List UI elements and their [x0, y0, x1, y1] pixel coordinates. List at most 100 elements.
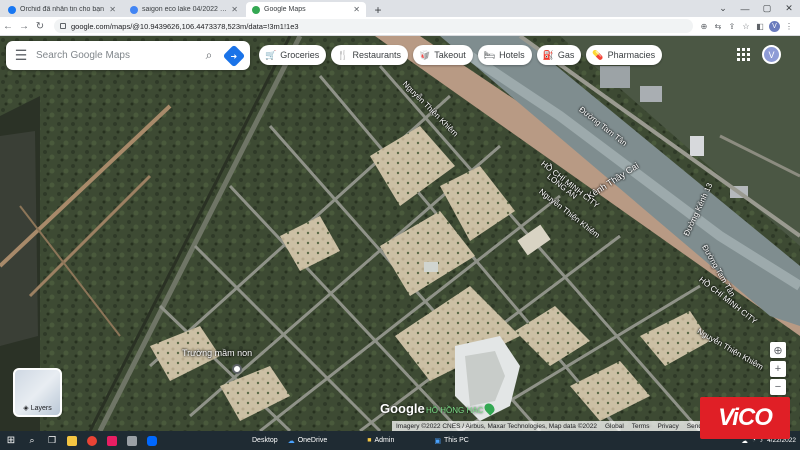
- file-explorer-icon[interactable]: [63, 434, 81, 447]
- tab-strip: Orchid đã nhắn tin cho bạn ✕ saigon eco …: [0, 0, 800, 17]
- vico-watermark: ViCO: [700, 397, 790, 439]
- chip-gas[interactable]: ⛽ Gas: [536, 45, 582, 65]
- zoom-out-button[interactable]: −: [770, 379, 786, 395]
- close-window-icon[interactable]: ✕: [778, 0, 800, 17]
- computer-icon: ▣: [434, 437, 441, 445]
- layers-label: Layers: [30, 404, 52, 412]
- pharmacy-icon: 💊: [592, 49, 604, 60]
- browser-tab-1[interactable]: Orchid đã nhắn tin cho bạn ✕: [2, 2, 122, 17]
- chip-label: Restaurants: [352, 50, 401, 60]
- restaurant-icon: 🍴: [337, 49, 349, 60]
- forward-icon[interactable]: →: [16, 21, 32, 32]
- reload-icon[interactable]: ↻: [32, 21, 48, 32]
- address-bar[interactable]: google.com/maps/@10.9439626,106.4473378,…: [54, 19, 693, 33]
- location-crosshair-icon: ⊕: [773, 344, 783, 357]
- hamburger-menu-icon[interactable]: ☰: [6, 47, 36, 64]
- toolbar-icons: ⊕ ⇆ ⇪ ☆ ◧ V ⋮: [699, 20, 800, 32]
- chip-groceries[interactable]: 🛒 Groceries: [259, 45, 327, 65]
- taskbar: ⊞ ⌕ ❐ Desktop ☁ OneDrive ■ Admin ▣ This PC …: [0, 431, 800, 450]
- cart-icon: 🛒: [265, 49, 277, 60]
- satellite-map[interactable]: Đường Tam Tân HỒ CHÍ MINH CITY LONG AN K…: [0, 36, 800, 431]
- chip-hotels[interactable]: 🛏 Hotels: [477, 45, 532, 65]
- folder-icon: ■: [367, 437, 372, 444]
- tab-title: saigon eco lake 04/2022 - Googl: [142, 6, 227, 13]
- share-icon[interactable]: ⇪: [727, 22, 737, 31]
- chip-restaurants[interactable]: 🍴 Restaurants: [331, 45, 408, 65]
- windows-start-icon[interactable]: ⊞: [0, 435, 22, 446]
- minus-icon: −: [774, 381, 782, 393]
- search-icon[interactable]: ⌕: [198, 48, 220, 63]
- tab-search-icon[interactable]: ⌄: [712, 0, 734, 17]
- profile-avatar[interactable]: V: [769, 20, 780, 32]
- onedrive-label: OneDrive: [297, 437, 328, 444]
- maximize-icon[interactable]: ▢: [756, 0, 778, 17]
- tab-title: Orchid đã nhắn tin cho bạn: [20, 6, 105, 13]
- directions-button[interactable]: ➜: [222, 44, 246, 67]
- chip-label: Groceries: [280, 50, 320, 60]
- chrome-icon[interactable]: [83, 434, 101, 447]
- new-tab-button[interactable]: +: [370, 2, 386, 17]
- my-location-button[interactable]: ⊕: [770, 342, 786, 358]
- extensions-icon[interactable]: ◧: [755, 22, 765, 31]
- account-avatar[interactable]: V: [762, 45, 781, 64]
- lock-icon[interactable]: [60, 23, 66, 29]
- browser-menu-icon[interactable]: ⋮: [784, 22, 794, 31]
- school-label[interactable]: Trường mầm non: [182, 348, 252, 358]
- layers-icon: ◈: [23, 405, 29, 412]
- admin-item[interactable]: ■ Admin: [367, 437, 394, 444]
- map-attribution: Imagery ©2022 CNES / Airbus, Maxar Techn…: [392, 421, 714, 431]
- tab-title: Google Maps: [264, 6, 306, 13]
- search-box: ☰ ⌕ ➜: [6, 41, 250, 70]
- thispc-item[interactable]: ▣ This PC: [434, 437, 469, 445]
- app-icon[interactable]: [103, 434, 121, 447]
- onedrive-icon: ☁: [287, 437, 295, 445]
- calculator-icon[interactable]: [123, 434, 141, 447]
- search-taskbar-icon[interactable]: ⌕: [23, 434, 41, 447]
- lake-label[interactable]: HỒ HỒNG HẠC: [426, 406, 483, 415]
- layers-label-row: ◈ Layers: [15, 404, 60, 413]
- back-icon[interactable]: ←: [0, 21, 16, 32]
- chip-label: Gas: [557, 50, 575, 60]
- chip-label: Takeout: [434, 50, 466, 60]
- satellite-imagery: [0, 36, 800, 431]
- chip-label: Hotels: [499, 50, 525, 60]
- plus-icon: +: [774, 363, 782, 375]
- task-view-icon[interactable]: ❐: [43, 434, 61, 447]
- thispc-label: This PC: [443, 437, 469, 444]
- translate-icon[interactable]: ⇆: [713, 22, 723, 31]
- category-chips: 🛒 Groceries 🍴 Restaurants 🥡 Takeout 🛏 Hotels…: [259, 45, 663, 65]
- browser-tab-3[interactable]: Google Maps ✕: [246, 2, 366, 17]
- zoom-in-button[interactable]: +: [770, 361, 786, 377]
- global-link[interactable]: Global: [605, 423, 624, 430]
- layers-button[interactable]: ◈ Layers: [13, 368, 62, 417]
- google-apps-icon[interactable]: [737, 48, 750, 61]
- chip-takeout[interactable]: 🥡 Takeout: [412, 45, 473, 65]
- close-tab-icon[interactable]: ✕: [231, 5, 238, 14]
- privacy-link[interactable]: Privacy: [657, 423, 678, 430]
- imagery-credit: Imagery ©2022 CNES / Airbus, Maxar Techn…: [396, 422, 597, 430]
- search-input[interactable]: [36, 50, 198, 61]
- zalo-icon[interactable]: [143, 434, 161, 447]
- desktop-label: Desktop: [252, 437, 278, 444]
- close-tab-icon[interactable]: ✕: [353, 5, 360, 14]
- onedrive-item[interactable]: ☁ OneDrive: [288, 437, 328, 445]
- gas-icon: ⛽: [542, 49, 554, 60]
- admin-label: Admin: [374, 437, 395, 444]
- browser-tab-2[interactable]: saigon eco lake 04/2022 - Googl ✕: [124, 2, 244, 17]
- takeout-icon: 🥡: [418, 49, 431, 60]
- desktop-toolbar[interactable]: Desktop: [252, 437, 278, 444]
- chip-pharmacies[interactable]: 💊 Pharmacies: [586, 45, 663, 65]
- close-tab-icon[interactable]: ✕: [109, 5, 116, 14]
- school-pin-icon[interactable]: [232, 364, 242, 374]
- messenger-icon: [8, 5, 16, 14]
- chip-label: Pharmacies: [607, 50, 656, 60]
- maps-icon: [252, 5, 260, 14]
- terms-link[interactable]: Terms: [632, 423, 650, 430]
- google-icon: [130, 5, 138, 14]
- hotel-icon: 🛏: [483, 49, 496, 60]
- bookmark-star-icon[interactable]: ☆: [741, 22, 751, 31]
- minimize-icon[interactable]: —: [734, 0, 756, 17]
- install-icon[interactable]: ⊕: [699, 22, 709, 31]
- url-text: google.com/maps/@10.9439626,106.4473378,…: [71, 21, 299, 31]
- window-controls: ⌄ — ▢ ✕: [712, 0, 800, 17]
